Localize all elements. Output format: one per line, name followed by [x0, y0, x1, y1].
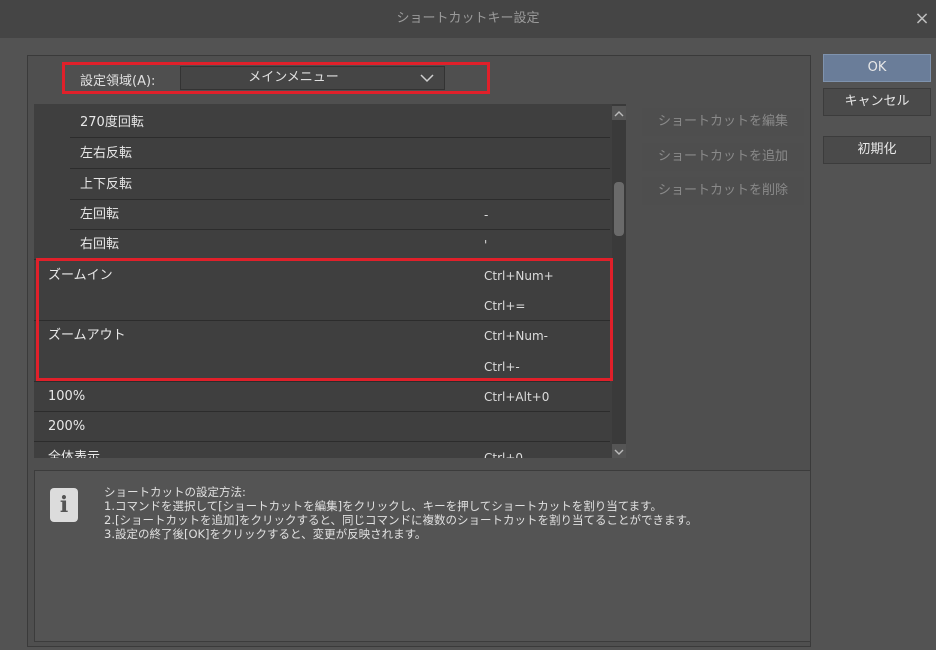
list-item[interactable]: 左右反転: [34, 139, 610, 169]
shortcut-value: Ctrl+0: [484, 451, 524, 458]
row-divider: [34, 259, 610, 260]
close-button[interactable]: ×: [908, 0, 936, 38]
list-scrollbar[interactable]: [612, 104, 626, 458]
cancel-button[interactable]: キャンセル: [823, 88, 931, 116]
info-icon: i: [50, 488, 78, 522]
chevron-down-icon: [420, 74, 434, 83]
help-line: 2.[ショートカットを追加]をクリックすると、同じコマンドに複数のショートカット…: [104, 513, 698, 527]
delete-shortcut-button[interactable]: ショートカットを削除: [642, 177, 804, 205]
help-line: 3.設定の終了後[OK]をクリックすると、変更が反映されます。: [104, 527, 427, 541]
shortcut-value: Ctrl+Num+: [484, 269, 554, 283]
chevron-up-icon: [614, 111, 624, 117]
command-name: 上下反転: [80, 177, 133, 192]
add-shortcut-button[interactable]: ショートカットを追加: [642, 143, 804, 171]
chevron-down-icon: [614, 449, 624, 455]
command-name: 左回転: [80, 207, 120, 222]
help-text: ショートカットの設定方法: 1.コマンドを選択して[ショートカットを編集]をクリ…: [104, 485, 697, 541]
command-list[interactable]: 270度回転 左右反転 上下反転 左回転 - 右回転 ' ズームイン Ctrl+…: [34, 104, 626, 458]
list-item[interactable]: 左回転 -: [34, 200, 610, 230]
area-label: 設定領域(A):: [80, 74, 156, 89]
scroll-down-button[interactable]: [612, 444, 626, 458]
command-name: 200%: [48, 419, 86, 434]
list-item[interactable]: 右回転 ': [34, 230, 610, 260]
command-name: 右回転: [80, 237, 120, 252]
list-item[interactable]: ズームアウト Ctrl+Num-: [34, 321, 610, 351]
list-item[interactable]: 200%: [34, 412, 610, 442]
area-select-value: メインメニュー: [248, 70, 339, 85]
command-name: ズームアウト: [48, 328, 126, 343]
shortcut-value: Ctrl+-: [484, 360, 520, 374]
list-item[interactable]: Ctrl+-: [34, 352, 610, 382]
list-item[interactable]: 上下反転: [34, 170, 610, 200]
area-select[interactable]: メインメニュー: [180, 66, 445, 90]
row-divider: [70, 137, 610, 138]
shortcut-value: Ctrl+=: [484, 299, 526, 313]
edit-shortcut-button[interactable]: ショートカットを編集: [642, 108, 804, 136]
title-bar: ショートカットキー設定 ×: [0, 0, 936, 38]
row-divider: [70, 168, 610, 169]
command-name: 100%: [48, 389, 86, 404]
help-line: ショートカットの設定方法:: [104, 485, 246, 499]
initialize-button[interactable]: 初期化: [823, 136, 931, 164]
shortcut-value: ': [484, 238, 488, 252]
row-divider: [34, 441, 610, 442]
list-item[interactable]: 270度回転: [34, 108, 610, 138]
list-item[interactable]: Ctrl+=: [34, 291, 610, 321]
shortcut-value: -: [484, 208, 489, 222]
shortcut-value: Ctrl+Num-: [484, 329, 549, 343]
shortcut-value: Ctrl+Alt+0: [484, 390, 550, 404]
command-name: 全体表示: [48, 450, 101, 458]
scroll-thumb[interactable]: [614, 182, 624, 236]
scroll-up-button[interactable]: [612, 106, 626, 120]
command-name: 270度回転: [80, 115, 144, 130]
command-name: ズームイン: [48, 268, 113, 283]
ok-button[interactable]: OK: [823, 54, 931, 82]
list-item[interactable]: ズームイン Ctrl+Num+: [34, 261, 610, 291]
list-item[interactable]: 全体表示 Ctrl+0: [34, 443, 610, 458]
help-line: 1.コマンドを選択して[ショートカットを編集]をクリックし、キーを押してショート…: [104, 499, 663, 513]
list-item[interactable]: 100% Ctrl+Alt+0: [34, 382, 610, 412]
command-name: 左右反転: [80, 146, 133, 161]
window-title: ショートカットキー設定: [396, 11, 540, 26]
